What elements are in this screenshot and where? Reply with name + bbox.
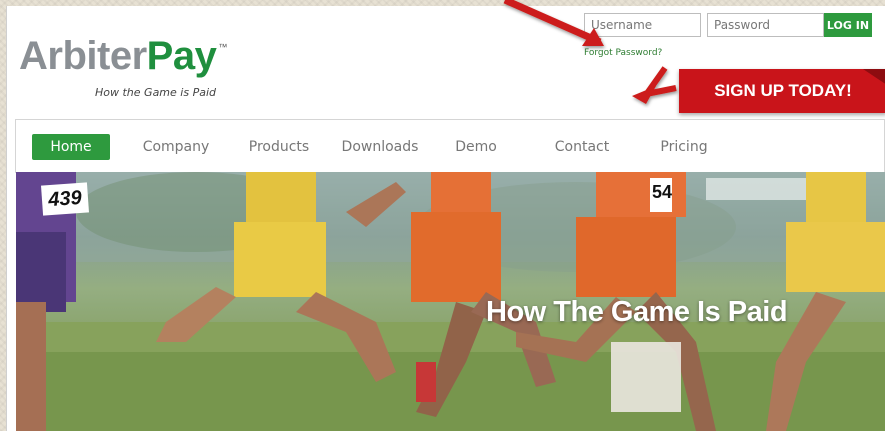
logo-pay-text: Pay xyxy=(146,34,217,78)
hero-banner[interactable]: 439 54 How The Game Is Paid xyxy=(16,172,885,431)
nav-item-downloads[interactable]: Downloads xyxy=(332,134,428,160)
runner-bib-2: 54 xyxy=(652,182,673,202)
nav-item-pricing[interactable]: Pricing xyxy=(648,134,720,160)
signup-button[interactable]: SIGN UP TODAY! xyxy=(679,69,885,113)
password-input[interactable] xyxy=(707,13,824,37)
page-container: ArbiterPay™ How the Game is Paid LOG IN … xyxy=(6,6,885,431)
main-nav: Home Company Products Downloads Demo Con… xyxy=(15,119,885,173)
hero-title: How The Game Is Paid xyxy=(486,296,788,328)
nav-item-home[interactable]: Home xyxy=(32,134,110,160)
login-button[interactable]: LOG IN xyxy=(824,13,872,37)
nav-item-demo[interactable]: Demo xyxy=(448,134,504,160)
nav-item-products[interactable]: Products xyxy=(238,134,320,160)
arbiterpay-logo[interactable]: ArbiterPay ™ xyxy=(19,34,228,78)
trademark-symbol: ™ xyxy=(218,42,228,52)
logo-arbiter-text: Arbiter xyxy=(19,34,147,78)
username-input[interactable] xyxy=(584,13,701,37)
nav-item-contact[interactable]: Contact xyxy=(544,134,620,160)
signup-ribbon-fold xyxy=(863,69,885,85)
logo-tagline: How the Game is Paid xyxy=(95,86,216,99)
forgot-password-link[interactable]: Forgot Password? xyxy=(584,48,662,58)
runner-bib: 439 xyxy=(41,182,89,216)
nav-item-company[interactable]: Company xyxy=(134,134,218,160)
